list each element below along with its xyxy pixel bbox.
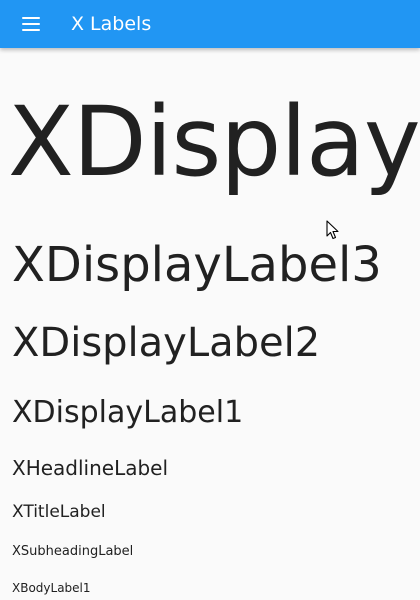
- hamburger-menu-icon: [22, 17, 40, 31]
- body-label-1: XBodyLabel1: [12, 581, 91, 595]
- display-label-2: XDisplayLabel2: [12, 320, 321, 366]
- display-label-1: XDisplayLabel1: [12, 395, 244, 430]
- labels-list: XDisplayLabel4 XDisplayLabel3 XDisplayLa…: [0, 48, 420, 600]
- title-label: XTitleLabel: [12, 502, 106, 522]
- headline-label: XHeadlineLabel: [12, 456, 169, 480]
- app-bar: X Labels: [0, 0, 420, 48]
- app-window: X Labels XDisplayLabel4 XDisplayLabel3 X…: [0, 0, 420, 600]
- mouse-pointer-icon: [326, 220, 339, 240]
- display-label-3: XDisplayLabel3: [12, 237, 382, 293]
- menu-button[interactable]: [16, 9, 46, 39]
- display-label-4: XDisplayLabel4: [8, 86, 420, 198]
- subheading-label: XSubheadingLabel: [12, 544, 134, 559]
- app-title: X Labels: [71, 13, 152, 35]
